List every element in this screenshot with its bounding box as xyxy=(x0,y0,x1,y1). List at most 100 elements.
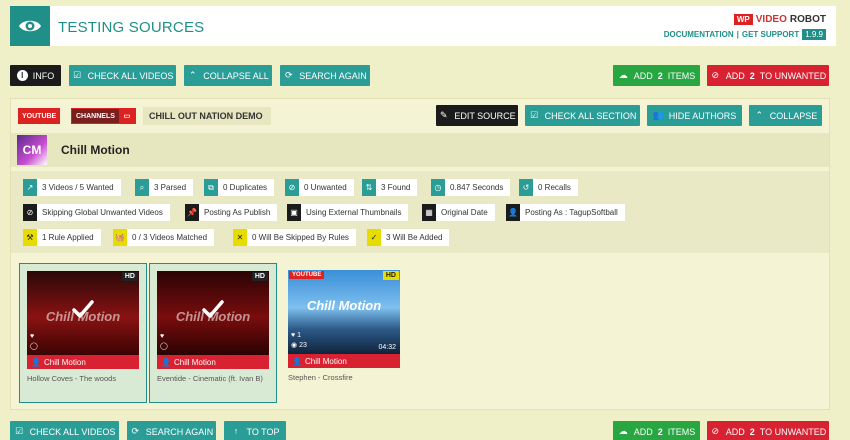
video-likes: 1 xyxy=(297,332,302,339)
gavel-icon: ⚒ xyxy=(23,229,37,246)
hd-badge: HD xyxy=(251,272,268,281)
ban-icon: ⊘ xyxy=(285,179,299,196)
hd-badge: HD xyxy=(382,271,399,280)
add-to-unwanted-bottom-button[interactable]: ⊘ ADD 2 TO UNWANTED xyxy=(707,421,829,440)
stats-area: ↗ 3 Videos / 5 Wanted ⌕ 3 Parsed ⧉ 0 Duplic… xyxy=(11,171,829,253)
ban-icon: ⊘ xyxy=(711,426,719,436)
checkbox-icon: ☑ xyxy=(530,110,539,120)
unwanted-prefix: ADD xyxy=(725,70,745,81)
stat-recalls-label: 0 Recalls xyxy=(538,183,571,192)
copy-icon: ⧉ xyxy=(204,179,218,196)
check-icon: ✓ xyxy=(367,229,381,246)
get-support-link[interactable]: GET SUPPORT xyxy=(742,30,799,39)
sort-icon: ⇅ xyxy=(362,179,376,196)
video-stats: ♥ ◯ xyxy=(30,333,38,350)
close-icon: ✕ xyxy=(233,229,247,246)
collapse-label: COLLAPSE xyxy=(769,110,818,121)
add-to-unwanted-button[interactable]: ⊘ ADD 2 TO UNWANTED xyxy=(707,65,829,86)
video-channel: 👤 Chill Motion xyxy=(27,355,139,369)
checkbox-icon: ☑ xyxy=(15,426,24,436)
tv-icon: ▭ xyxy=(118,109,135,123)
stat-rule-applied: ⚒ 1 Rule Applied xyxy=(23,229,101,246)
video-thumbnail[interactable]: YOUTUBE HD Chill Motion ♥ 1 ◉ 23 04:32 xyxy=(288,270,400,354)
logo-wp: WP xyxy=(733,14,753,25)
video-thumbnail[interactable]: Chill Motion HD ♥ ◯ xyxy=(157,271,269,355)
stat-seconds-label: 0.847 Seconds xyxy=(450,183,504,192)
add-suffix: ITEMS xyxy=(667,70,696,81)
history-icon: ↺ xyxy=(519,179,533,196)
stat-unwanted: ⊘ 0 Unwanted xyxy=(285,179,354,196)
channels-tag: CHANNELS ▭ xyxy=(71,108,136,124)
stat-original-date: ▦ Original Date xyxy=(422,204,495,221)
user-icon: 👤 xyxy=(506,204,520,221)
page-title: TESTING SOURCES xyxy=(58,19,205,36)
channel-name: Chill Motion xyxy=(61,143,130,157)
stat-recalls: ↺ 0 Recalls xyxy=(519,179,578,196)
video-thumbnail[interactable]: Chill Motion HD ♥ ◯ xyxy=(27,271,139,355)
refresh-icon: ⟳ xyxy=(131,426,139,436)
documentation-link[interactable]: DOCUMENTATION xyxy=(664,30,734,39)
unwanted-bottom-prefix: ADD xyxy=(725,426,745,437)
stat-posting-as: 👤 Posting As : TagupSoftball xyxy=(506,204,625,221)
arrow-up-icon: ↑ xyxy=(233,426,239,436)
version-badge: 1.9.9 xyxy=(802,29,826,40)
stat-matched: 🧺 0 / 3 Videos Matched xyxy=(113,229,215,246)
check-all-videos-button[interactable]: ☑ CHECK ALL VIDEOS xyxy=(69,65,176,86)
logo-robot: ROBOT xyxy=(789,14,826,25)
check-all-videos-bottom-label: CHECK ALL VIDEOS xyxy=(29,426,116,437)
stat-external-thumbs-label: Using External Thumbnails xyxy=(306,208,402,217)
add-items-button[interactable]: ☁ ADD 2 ITEMS xyxy=(613,65,700,86)
heart-icon: ♥ xyxy=(291,332,296,339)
user-icon: 👤 xyxy=(161,357,171,367)
to-top-button[interactable]: ↑ TO TOP xyxy=(224,421,286,440)
video-card[interactable]: Chill Motion HD ♥ ◯ 👤 Chill Motion Hollow … xyxy=(19,263,147,403)
chart-icon: ↗ xyxy=(23,179,37,196)
video-channel-label: Chill Motion xyxy=(43,357,86,367)
cloud-download-icon: ☁ xyxy=(618,426,628,436)
hide-authors-button[interactable]: 👥 HIDE AUTHORS xyxy=(647,105,742,126)
info-label: INFO xyxy=(32,70,55,81)
edit-source-button[interactable]: ✎ EDIT SOURCE xyxy=(436,105,518,126)
collapse-button[interactable]: ⌃ COLLAPSE xyxy=(749,105,822,126)
add-prefix: ADD xyxy=(633,70,653,81)
video-channel-label: Chill Motion xyxy=(304,356,347,366)
stat-external-thumbs: ▣ Using External Thumbnails xyxy=(287,204,409,221)
cloud-download-icon: ☁ xyxy=(618,70,628,80)
clock-icon: ◷ xyxy=(431,179,445,196)
eye-icon: ◉ xyxy=(291,342,298,349)
info-button[interactable]: i INFO xyxy=(10,65,61,86)
stat-duplicates-label: 0 Duplicates xyxy=(223,183,268,192)
stat-posting-publish-label: Posting As Publish xyxy=(204,208,271,217)
stat-posting-publish: 📌 Posting As Publish xyxy=(185,204,278,221)
video-card[interactable]: Chill Motion HD ♥ ◯ 👤 Chill Motion Eventid… xyxy=(149,263,277,403)
search-again-bottom-button[interactable]: ⟳ SEARCH AGAIN xyxy=(127,421,216,440)
add-bottom-prefix: ADD xyxy=(633,426,653,437)
logo-video: VIDEO xyxy=(755,14,787,25)
stat-unwanted-label: 0 Unwanted xyxy=(304,183,347,192)
youtube-badge: YOUTUBE xyxy=(289,271,325,279)
stat-parsed: ⌕ 3 Parsed xyxy=(135,179,194,196)
unwanted-count: 2 xyxy=(749,70,755,81)
refresh-icon: ⟳ xyxy=(284,70,293,80)
thumbtack-icon: 📌 xyxy=(185,204,199,221)
stat-skipped-rules-label: 0 Will Be Skipped By Rules xyxy=(252,233,349,242)
collapse-all-button[interactable]: ⌃ COLLAPSE ALL xyxy=(184,65,272,86)
stat-wanted-label: 3 Videos / 5 Wanted xyxy=(42,183,114,192)
video-card[interactable]: YOUTUBE HD Chill Motion ♥ 1 ◉ 23 04:32 👤… xyxy=(280,263,408,403)
page-header: TESTING SOURCES WP VIDEO ROBOT DOCUMENTA… xyxy=(10,6,836,46)
search-again-button[interactable]: ⟳ SEARCH AGAIN xyxy=(280,65,370,86)
to-top-label: TO TOP xyxy=(246,426,280,437)
stat-wanted: ↗ 3 Videos / 5 Wanted xyxy=(23,179,121,196)
unwanted-bottom-suffix: TO UNWANTED xyxy=(759,426,827,437)
check-all-videos-bottom-button[interactable]: ☑ CHECK ALL VIDEOS xyxy=(10,421,119,440)
add-bottom-suffix: ITEMS xyxy=(667,426,696,437)
youtube-tag: YOUTUBE xyxy=(18,108,61,124)
add-items-bottom-button[interactable]: ☁ ADD 2 ITEMS xyxy=(613,421,700,440)
search-again-label: SEARCH AGAIN xyxy=(299,70,367,81)
stat-duplicates: ⧉ 0 Duplicates xyxy=(204,179,275,196)
ban-icon: ⊘ xyxy=(711,70,719,80)
ban-icon: ⊘ xyxy=(23,204,37,221)
edit-source-label: EDIT SOURCE xyxy=(454,110,516,121)
check-all-section-button[interactable]: ☑ CHECK ALL SECTION xyxy=(525,105,640,126)
hd-badge: HD xyxy=(121,272,138,281)
